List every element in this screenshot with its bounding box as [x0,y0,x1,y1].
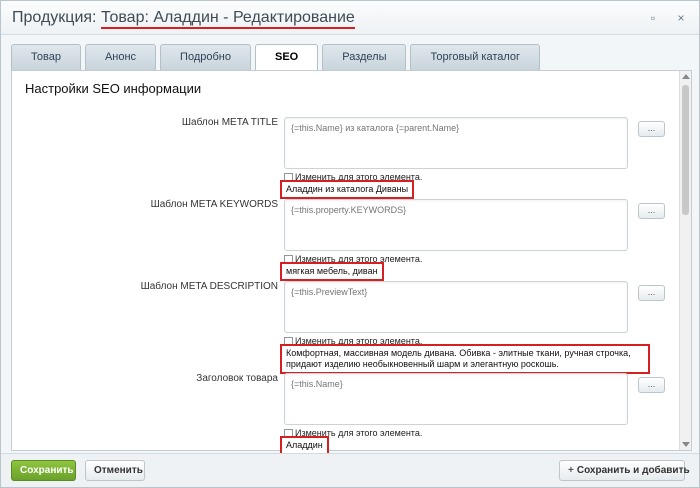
computed-value: Комфортная, массивная модель дивана. Оби… [280,344,650,374]
save-and-add-button[interactable]: + Сохранить и добавить [559,460,690,481]
title-bar: Продукция: Товар: Аладдин - Редактирован… [1,1,699,35]
template-picker-button[interactable]: ... [638,285,665,301]
field-label: Шаблон META TITLE [181,117,278,128]
tab-trade-catalog[interactable]: Торговый каталог [410,44,541,70]
tab-details[interactable]: Подробно [160,44,251,70]
scrollbar-thumb[interactable] [682,85,689,215]
save-button[interactable]: Сохранить [11,460,76,481]
tab-preview[interactable]: Анонс [84,44,157,70]
tab-product[interactable]: Товар [11,44,81,70]
template-picker-button[interactable]: ... [638,377,665,393]
cancel-button[interactable]: Отменить [85,460,145,481]
template-textarea[interactable] [284,281,628,333]
field-label: Шаблон META KEYWORDS [150,199,278,210]
template-picker-button[interactable]: ... [638,121,665,137]
tab-seo[interactable]: SEO [254,44,319,71]
computed-value: Аладдин из каталога Диваны [280,180,415,199]
edit-dialog: Продукция: Товар: Аладдин - Редактирован… [0,0,700,488]
expand-icon[interactable]: ▫ [647,12,659,24]
scroll-down-arrow-icon[interactable] [682,442,690,447]
panel-title: Настройки SEO информации [25,81,202,96]
close-icon[interactable]: × [675,12,687,24]
title-section: Продукция: [12,9,101,26]
tab-sections[interactable]: Разделы [322,44,407,70]
dialog-footer: Сохранить Отменить + Сохранить и добавить [1,453,699,487]
tab-bar: Товар Анонс Подробно SEO Разделы Торговы… [11,44,541,71]
title-item: Товар: Аладдин - Редактирование [100,9,355,29]
dialog-title: Продукция: Товар: Аладдин - Редактирован… [12,9,355,29]
computed-value: мягкая мебель, диван [280,262,384,281]
plus-icon: + [568,465,574,476]
scroll-up-arrow-icon[interactable] [682,74,690,79]
template-picker-button[interactable]: ... [638,203,665,219]
seo-panel: Настройки SEO информации Шаблон META TIT… [11,70,692,455]
template-textarea[interactable] [284,117,628,169]
save-and-add-label: Сохранить и добавить [576,465,690,476]
template-textarea[interactable] [284,373,628,425]
template-textarea[interactable] [284,199,628,251]
vertical-scrollbar[interactable] [679,71,691,450]
field-label: Шаблон META DESCRIPTION [140,281,278,292]
field-label: Заголовок товара [196,373,278,384]
